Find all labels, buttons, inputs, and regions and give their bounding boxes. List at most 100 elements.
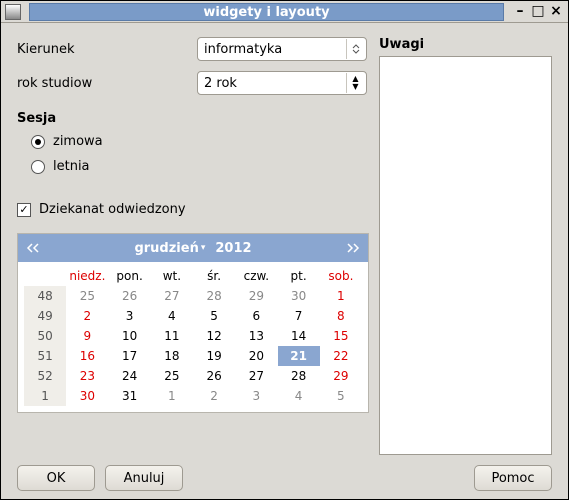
year-row: rok studiow 2 rok ▲ ▼ xyxy=(17,71,367,95)
cal-day-cell[interactable]: 21 xyxy=(278,346,320,366)
cal-day-cell[interactable]: 15 xyxy=(320,326,362,346)
ok-button[interactable]: OK xyxy=(17,465,95,491)
cal-day-cell[interactable]: 25 xyxy=(151,366,193,386)
cal-day-cell[interactable]: 5 xyxy=(193,306,235,326)
notes-textarea[interactable] xyxy=(379,56,552,455)
cal-week-cell: 51 xyxy=(24,346,66,366)
right-column: Uwagi xyxy=(379,37,552,455)
cal-day-cell[interactable]: 7 xyxy=(278,306,320,326)
cal-day-cell[interactable]: 18 xyxy=(151,346,193,366)
notes-label: Uwagi xyxy=(379,37,552,52)
dean-checkbox[interactable]: ✓ xyxy=(17,203,31,217)
cal-day-cell[interactable]: 17 xyxy=(109,346,151,366)
next-month-button[interactable] xyxy=(344,239,362,257)
cal-day-cell[interactable]: 26 xyxy=(109,286,151,306)
direction-label: Kierunek xyxy=(17,42,197,57)
radio-winter[interactable] xyxy=(31,135,45,149)
cal-day-cell[interactable]: 25 xyxy=(66,286,108,306)
cal-week-cell: 1 xyxy=(24,386,66,406)
session-summer-row[interactable]: letnia xyxy=(31,159,367,174)
direction-combo[interactable]: informatyka xyxy=(197,37,367,61)
cal-day-cell[interactable]: 11 xyxy=(151,326,193,346)
app-icon xyxy=(5,4,21,20)
prev-month-button[interactable] xyxy=(24,239,42,257)
cal-day-cell[interactable]: 20 xyxy=(235,346,277,366)
upper-area: Kierunek informatyka rok studiow 2 rok ▲ xyxy=(17,37,552,455)
direction-value: informatyka xyxy=(204,42,282,57)
window: widgety i layouty – □ × Kierunek informa… xyxy=(0,0,569,500)
calendar-table: niedz.pon.wt.śr.czw.pt.sob.4825262728293… xyxy=(24,266,362,406)
cal-day-cell[interactable]: 28 xyxy=(278,366,320,386)
cal-day-cell[interactable]: 16 xyxy=(66,346,108,366)
dropdown-icon xyxy=(346,39,364,59)
cal-day-cell[interactable]: 2 xyxy=(193,386,235,406)
cal-day-cell[interactable]: 8 xyxy=(320,306,362,326)
cal-day-cell[interactable]: 13 xyxy=(235,326,277,346)
maximize-button[interactable]: □ xyxy=(530,4,546,20)
cal-day-cell[interactable]: 19 xyxy=(193,346,235,366)
cal-header-cell: czw. xyxy=(235,266,277,286)
calendar: grudzień ▾ 2012 niedz.pon.wt.śr.czw.pt.s… xyxy=(17,233,369,413)
year-label-cal[interactable]: 2012 xyxy=(215,241,251,256)
close-button[interactable]: × xyxy=(548,4,564,20)
spinner-down-icon[interactable]: ▼ xyxy=(352,83,358,91)
radio-summer[interactable] xyxy=(31,160,45,174)
cal-header-cell: niedz. xyxy=(66,266,108,286)
cal-day-cell[interactable]: 2 xyxy=(66,306,108,326)
direction-row: Kierunek informatyka xyxy=(17,37,367,61)
cal-day-cell[interactable]: 3 xyxy=(235,386,277,406)
cal-day-cell[interactable]: 3 xyxy=(109,306,151,326)
cal-day-cell[interactable]: 27 xyxy=(235,366,277,386)
calendar-grid: niedz.pon.wt.śr.czw.pt.sob.4825262728293… xyxy=(18,262,368,412)
radio-summer-label: letnia xyxy=(53,159,90,174)
year-value: 2 rok xyxy=(204,76,237,91)
cal-day-cell[interactable]: 29 xyxy=(235,286,277,306)
cancel-button[interactable]: Anuluj xyxy=(105,465,183,491)
cal-day-cell[interactable]: 29 xyxy=(320,366,362,386)
cal-header-cell: wt. xyxy=(151,266,193,286)
cal-day-cell[interactable]: 12 xyxy=(193,326,235,346)
cal-day-cell[interactable]: 5 xyxy=(320,386,362,406)
content: Kierunek informatyka rok studiow 2 rok ▲ xyxy=(1,23,568,499)
cal-header-cell: śr. xyxy=(193,266,235,286)
cal-day-cell[interactable]: 30 xyxy=(66,386,108,406)
left-column: Kierunek informatyka rok studiow 2 rok ▲ xyxy=(17,37,367,455)
cal-day-cell[interactable]: 27 xyxy=(151,286,193,306)
minimize-button[interactable]: – xyxy=(512,4,528,20)
cal-day-cell[interactable]: 23 xyxy=(66,366,108,386)
spinner-buttons: ▲ ▼ xyxy=(346,73,364,93)
cal-week-cell: 48 xyxy=(24,286,66,306)
month-label: grudzień xyxy=(134,241,198,256)
cal-day-cell[interactable]: 1 xyxy=(320,286,362,306)
cal-day-cell[interactable]: 4 xyxy=(151,306,193,326)
chevron-down-icon: ▾ xyxy=(201,243,206,253)
cal-day-cell[interactable]: 22 xyxy=(320,346,362,366)
window-controls: – □ × xyxy=(512,4,564,20)
year-spinner[interactable]: 2 rok ▲ ▼ xyxy=(197,71,367,95)
cal-header-cell: pon. xyxy=(109,266,151,286)
cal-day-cell[interactable]: 28 xyxy=(193,286,235,306)
titlebar: widgety i layouty – □ × xyxy=(1,1,568,23)
cal-week-cell: 49 xyxy=(24,306,66,326)
cal-day-cell[interactable]: 30 xyxy=(278,286,320,306)
session-label: Sesja xyxy=(17,111,367,126)
help-button[interactable]: Pomoc xyxy=(474,465,552,491)
month-selector[interactable]: grudzień ▾ xyxy=(134,241,205,256)
cal-day-cell[interactable]: 24 xyxy=(109,366,151,386)
cal-day-cell[interactable]: 26 xyxy=(193,366,235,386)
cal-day-cell[interactable]: 4 xyxy=(278,386,320,406)
cal-day-cell[interactable]: 9 xyxy=(66,326,108,346)
dean-row[interactable]: ✓ Dziekanat odwiedzony xyxy=(17,202,367,217)
session-winter-row[interactable]: zimowa xyxy=(31,134,367,149)
cal-week-cell: 50 xyxy=(24,326,66,346)
cal-day-cell[interactable]: 1 xyxy=(151,386,193,406)
session-group: zimowa letnia xyxy=(31,134,367,184)
cal-day-cell[interactable]: 10 xyxy=(109,326,151,346)
cal-day-cell[interactable]: 6 xyxy=(235,306,277,326)
radio-winter-label: zimowa xyxy=(53,134,103,149)
cal-header-cell: pt. xyxy=(278,266,320,286)
year-label: rok studiow xyxy=(17,76,197,91)
cal-header-cell xyxy=(24,266,66,286)
cal-day-cell[interactable]: 14 xyxy=(278,326,320,346)
cal-day-cell[interactable]: 31 xyxy=(109,386,151,406)
